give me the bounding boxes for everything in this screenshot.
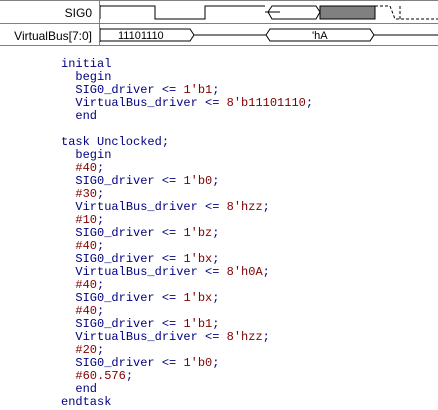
code-text: SIG0_driver <=: [75, 356, 184, 370]
code-value: 8'b11101110: [226, 96, 306, 110]
code-line: end: [61, 110, 313, 123]
sig0-waveform[interactable]: [100, 5, 438, 20]
code-line: endtask: [61, 396, 313, 409]
verilog-code-listing[interactable]: initial begin SIG0_driver <= 1'b1; Virtu…: [61, 58, 313, 409]
code-text: task Unclocked;: [61, 135, 170, 149]
code-text: initial: [61, 57, 112, 71]
code-value: 8'h0A: [226, 265, 263, 279]
code-suffix: ;: [262, 330, 270, 344]
code-text: endtask: [61, 395, 112, 409]
code-text: VirtualBus_driver <=: [75, 265, 227, 279]
code-suffix: ;: [262, 200, 270, 214]
code-suffix: ;: [97, 343, 105, 357]
code-value: #60.576: [75, 369, 126, 383]
code-suffix: ;: [125, 369, 134, 383]
code-suffix: ;: [97, 161, 105, 175]
code-line: VirtualBus_driver <= 8'b11101110;: [61, 97, 313, 110]
code-suffix: ;: [212, 356, 220, 370]
code-suffix: ;: [212, 174, 220, 188]
signal-name-sig0[interactable]: SIG0: [0, 3, 96, 23]
code-value: #40: [75, 239, 98, 253]
code-value: 1'bx: [183, 252, 213, 266]
code-suffix: ;: [305, 96, 314, 110]
code-suffix: ;: [212, 317, 220, 331]
code-suffix: ;: [97, 213, 105, 227]
code-value: #40: [75, 304, 98, 318]
waveform-panel: SIG0 VirtualBus[7:0] 11101110 'hA: [0, 0, 438, 46]
code-value: #20: [75, 343, 98, 357]
code-text: SIG0_driver <=: [75, 226, 184, 240]
code-suffix: ;: [212, 226, 220, 240]
code-value: 1'b0: [183, 174, 213, 188]
code-text: end: [75, 109, 98, 123]
code-suffix: ;: [97, 239, 105, 253]
code-value: #40: [75, 161, 98, 175]
code-text: SIG0_driver <=: [75, 174, 184, 188]
code-value: 1'bz: [183, 226, 213, 240]
code-text: SIG0_driver <=: [75, 291, 184, 305]
code-text: VirtualBus_driver <=: [75, 330, 227, 344]
code-value: 1'b1: [183, 317, 213, 331]
code-suffix: ;: [97, 278, 105, 292]
code-value: #10: [75, 213, 98, 227]
code-text: SIG0_driver <=: [75, 252, 184, 266]
code-text: SIG0_driver <=: [75, 317, 184, 331]
virtualbus-value-0: 11101110: [118, 30, 164, 42]
code-value: 8'hzz: [226, 200, 263, 214]
code-text: VirtualBus_driver <=: [75, 96, 227, 110]
code-text: SIG0_driver <=: [75, 83, 184, 97]
code-value: 1'b1: [183, 83, 213, 97]
signal-name-virtualbus[interactable]: VirtualBus[7:0]: [0, 26, 96, 46]
sig0-unknown-segment: [319, 5, 376, 20]
code-suffix: ;: [97, 304, 105, 318]
code-value: #30: [75, 187, 98, 201]
code-suffix: ;: [262, 265, 270, 279]
virtualbus-waveform[interactable]: 11101110 'hA: [100, 28, 438, 42]
code-suffix: ;: [212, 291, 220, 305]
code-suffix: ;: [212, 252, 220, 266]
code-suffix: ;: [212, 83, 220, 97]
code-text: begin: [75, 148, 112, 162]
code-line: #60.576;: [61, 370, 313, 383]
code-text: VirtualBus_driver <=: [75, 200, 227, 214]
code-suffix: ;: [97, 187, 105, 201]
virtualbus-value-1: 'hA: [312, 30, 328, 42]
code-value: #40: [75, 278, 98, 292]
code-text: end: [75, 382, 98, 396]
code-value: 1'bx: [183, 291, 213, 305]
waveform-canvas[interactable]: 11101110 'hA: [100, 0, 438, 46]
code-text: begin: [75, 70, 112, 84]
code-value: 1'b0: [183, 356, 213, 370]
code-value: 8'hzz: [226, 330, 263, 344]
